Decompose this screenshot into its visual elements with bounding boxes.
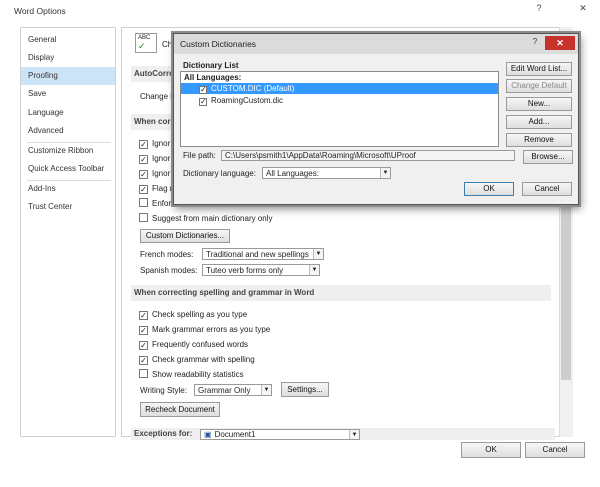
flag-repeated-checkbox[interactable]: ✓ Flag r <box>139 183 172 195</box>
spanish-modes-label: Spanish modes: <box>140 266 198 275</box>
remove-dictionary-button[interactable]: Remove <box>506 133 572 147</box>
browse-button[interactable]: Browse... <box>523 150 573 164</box>
file-path-field: C:\Users\psmith1\AppData\Roaming\Microso… <box>221 150 515 161</box>
custom-dictionaries-button[interactable]: Custom Dictionaries... <box>140 229 230 243</box>
check-spelling-checkbox[interactable]: ✓ Check spelling as you type <box>139 309 247 321</box>
sidebar-item-trust-center[interactable]: Trust Center <box>21 198 115 216</box>
sidebar-item-save[interactable]: Save <box>21 85 115 103</box>
sidebar-item-advanced[interactable]: Advanced <box>21 122 115 140</box>
checkbox-checked[interactable]: ✓ <box>139 170 148 179</box>
dialog-title: Custom Dictionaries <box>180 39 257 49</box>
sidebar-item-general[interactable]: General <box>21 31 115 49</box>
change-default-button[interactable]: Change Default <box>506 79 572 93</box>
confused-words-checkbox[interactable]: ✓ Frequently confused words <box>139 339 248 351</box>
edit-word-list-button[interactable]: Edit Word List... <box>506 62 572 76</box>
checkbox-checked[interactable]: ✓ <box>139 311 148 320</box>
dictionary-language-label: Dictionary language: <box>183 169 256 178</box>
writing-style-label: Writing Style: <box>140 386 187 395</box>
enforce-accented-checkbox[interactable]: Enfor <box>139 198 171 210</box>
settings-button[interactable]: Settings... <box>281 382 329 397</box>
checkbox-checked[interactable]: ✓ <box>199 86 207 94</box>
close-button[interactable]: ✕ <box>576 2 590 14</box>
sidebar-item-customize-ribbon[interactable]: Customize Ribbon <box>21 142 115 160</box>
new-dictionary-button[interactable]: New... <box>506 97 572 111</box>
ignore-numbers-checkbox[interactable]: ✓ Ignor <box>139 153 170 165</box>
ignore-uppercase-checkbox[interactable]: ✓ Ignor <box>139 138 170 150</box>
change-autocorrect-text: Change h <box>140 92 175 101</box>
writing-style-select[interactable]: Grammar Only ▼ <box>194 384 272 396</box>
checkbox-unchecked[interactable] <box>139 198 148 207</box>
sidebar-item-proofing[interactable]: Proofing <box>21 67 115 85</box>
all-languages-group: All Languages: <box>184 73 242 82</box>
dialog-cancel-button[interactable]: Cancel <box>522 182 572 196</box>
checkbox-checked[interactable]: ✓ <box>139 140 148 149</box>
dialog-help-button[interactable]: ? <box>528 37 542 49</box>
checkbox-checked[interactable]: ✓ <box>139 326 148 335</box>
sidebar-item-language[interactable]: Language <box>21 104 115 122</box>
checkbox-unchecked[interactable] <box>139 213 148 222</box>
checkbox-checked[interactable]: ✓ <box>199 98 207 106</box>
file-path-label: File path: <box>183 151 216 160</box>
cancel-button[interactable]: Cancel <box>525 442 585 458</box>
dialog-close-button[interactable]: ✕ <box>545 36 575 50</box>
readability-stats-checkbox[interactable]: Show readability statistics <box>139 369 244 381</box>
suggest-main-dictionary-checkbox[interactable]: Suggest from main dictionary only <box>139 213 273 225</box>
chevron-down-icon: ▼ <box>313 249 323 259</box>
document-icon: ▣ <box>204 430 212 439</box>
sidebar-item-add-ins[interactable]: Add-Ins <box>21 180 115 198</box>
exceptions-document-select[interactable]: ▣ Document1 ▼ <box>200 429 360 440</box>
list-item[interactable]: ✓ CUSTOM.DIC (Default) <box>181 83 498 94</box>
checkbox-checked[interactable]: ✓ <box>139 341 148 350</box>
list-item[interactable]: ✓ RoamingCustom.dic <box>181 95 498 106</box>
dialog-ok-button[interactable]: OK <box>464 182 514 196</box>
check-grammar-checkbox[interactable]: ✓ Check grammar with spelling <box>139 354 255 366</box>
recheck-document-button[interactable]: Recheck Document <box>140 402 220 417</box>
window-title: Word Options <box>14 6 66 16</box>
dictionary-language-select[interactable]: All Languages: ▼ <box>262 167 391 179</box>
exceptions-label: Exceptions for: <box>134 429 193 438</box>
ignore-internet-checkbox[interactable]: ✓ Ignor <box>139 168 170 180</box>
help-button[interactable]: ? <box>532 2 546 14</box>
chevron-down-icon: ▼ <box>309 265 319 275</box>
sidebar: General Display Proofing Save Language A… <box>20 27 116 437</box>
abc-check-icon: ABC ✓ <box>135 33 157 53</box>
checkbox-checked[interactable]: ✓ <box>139 185 148 194</box>
spanish-modes-select[interactable]: Tuteo verb forms only ▼ <box>202 264 320 276</box>
chevron-down-icon: ▼ <box>380 168 390 178</box>
ok-button[interactable]: OK <box>461 442 521 458</box>
sidebar-item-quick-access-toolbar[interactable]: Quick Access Toolbar <box>21 160 115 178</box>
checkbox-checked[interactable]: ✓ <box>139 155 148 164</box>
french-modes-label: French modes: <box>140 250 194 259</box>
checkbox-checked[interactable]: ✓ <box>139 356 148 365</box>
dictionary-list-label: Dictionary List <box>183 61 239 70</box>
chevron-down-icon: ▼ <box>261 385 271 395</box>
add-dictionary-button[interactable]: Add... <box>506 115 572 129</box>
mark-grammar-checkbox[interactable]: ✓ Mark grammar errors as you type <box>139 324 270 336</box>
french-modes-select[interactable]: Traditional and new spellings ▼ <box>202 248 324 260</box>
word-section-head: When correcting spelling and grammar in … <box>131 285 551 301</box>
chevron-down-icon: ▼ <box>349 430 359 439</box>
sidebar-item-display[interactable]: Display <box>21 49 115 67</box>
checkbox-unchecked[interactable] <box>139 369 148 378</box>
